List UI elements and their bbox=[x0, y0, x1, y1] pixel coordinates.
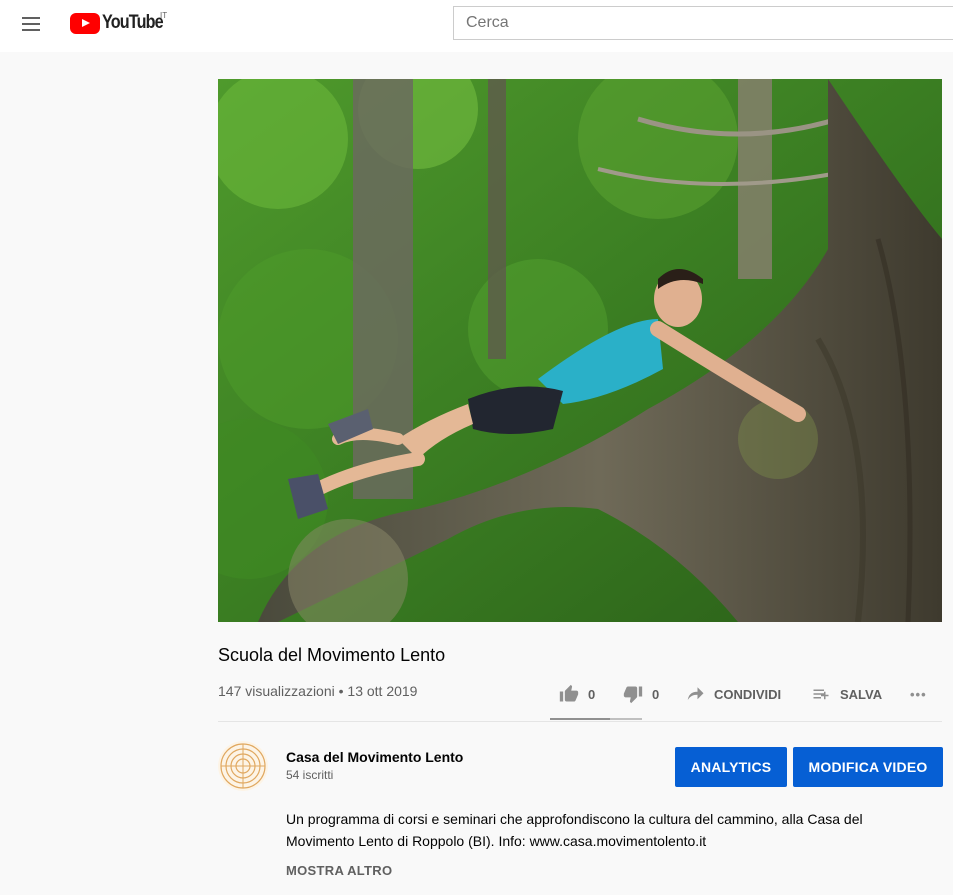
more-actions-button[interactable]: ••• bbox=[910, 682, 927, 706]
country-code: IT bbox=[160, 11, 168, 20]
save-label: SALVA bbox=[840, 686, 883, 702]
show-more-button[interactable]: MOSTRA ALTRO bbox=[286, 863, 392, 878]
channel-logo-icon bbox=[218, 741, 268, 791]
menu-icon bbox=[22, 17, 40, 19]
thumbs-up-icon bbox=[559, 684, 579, 702]
thumbs-down-icon bbox=[623, 686, 643, 704]
like-button[interactable]: 0 bbox=[558, 682, 595, 706]
channel-name[interactable]: Casa del Movimento Lento bbox=[286, 749, 463, 765]
channel-avatar[interactable] bbox=[218, 741, 268, 791]
video-description: Un programma di corsi e seminari che app… bbox=[286, 811, 863, 849]
playlist-add-icon bbox=[813, 689, 829, 700]
logo-text: YouTube bbox=[102, 12, 164, 33]
share-button[interactable]: CONDIVIDI bbox=[686, 682, 781, 706]
search-input[interactable] bbox=[453, 6, 953, 40]
save-button[interactable]: SALVA bbox=[810, 682, 882, 706]
sentiment-bar-fill bbox=[550, 718, 610, 720]
guide-menu-button[interactable] bbox=[18, 12, 46, 36]
youtube-logo[interactable]: YouTube IT bbox=[70, 11, 173, 34]
video-view-count-date: 147 visualizzazioni • 13 ott 2019 bbox=[218, 683, 418, 699]
share-arrow-icon bbox=[687, 687, 704, 700]
divider bbox=[218, 721, 942, 722]
share-label: CONDIVIDI bbox=[714, 686, 782, 702]
like-count: 0 bbox=[588, 686, 596, 702]
video-title: Scuola del Movimento Lento bbox=[218, 645, 446, 665]
edit-video-button[interactable]: MODIFICA VIDEO bbox=[793, 747, 943, 787]
dislike-count: 0 bbox=[652, 686, 660, 702]
video-thumbnail bbox=[218, 79, 942, 622]
masthead: YouTube IT bbox=[0, 0, 953, 52]
menu-icon-bar bbox=[22, 29, 40, 31]
video-player[interactable] bbox=[218, 79, 942, 622]
menu-icon-bar bbox=[22, 23, 40, 25]
subscriber-count: 54 iscritti bbox=[286, 768, 334, 782]
more-horiz-icon: ••• bbox=[910, 686, 927, 702]
dislike-button[interactable]: 0 bbox=[622, 682, 659, 706]
youtube-play-icon bbox=[70, 12, 100, 34]
analytics-button[interactable]: ANALYTICS bbox=[675, 747, 787, 787]
